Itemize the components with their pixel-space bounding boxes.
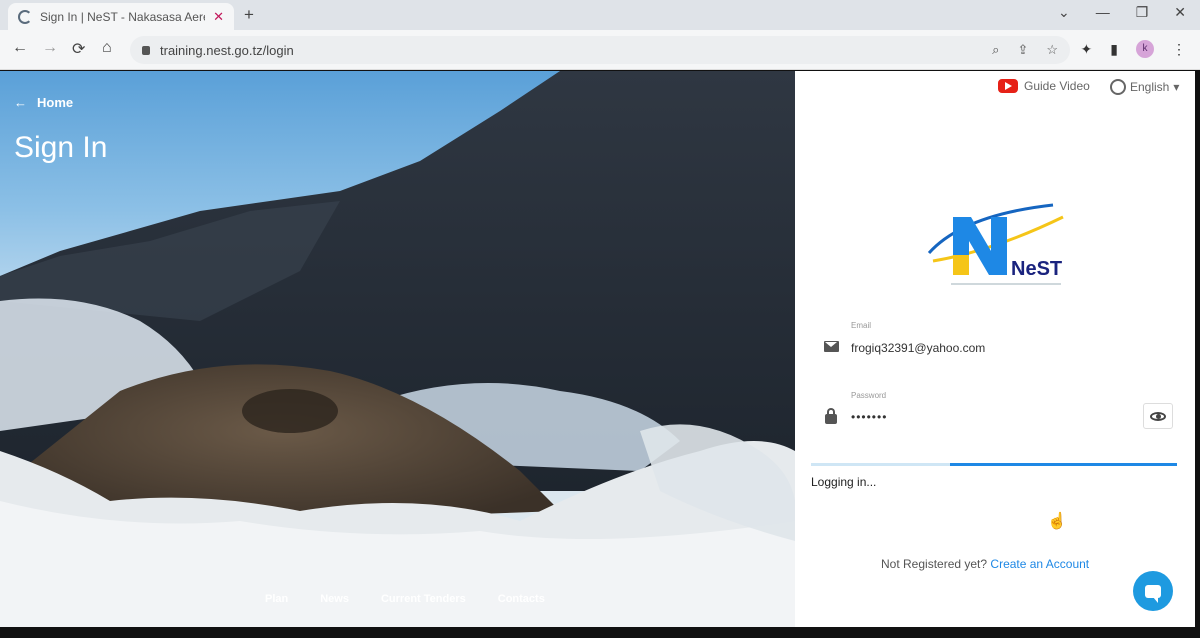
footer-link-tenders[interactable]: Current Tenders [381,593,466,605]
bottom-letterbox [0,627,1200,638]
footer-link-contacts[interactable]: Contacts [498,593,545,605]
close-window-button[interactable]: ✕ [1174,4,1186,21]
language-label: English [1130,80,1170,94]
menu-kebab-icon[interactable]: ⋮ [1172,41,1186,58]
browser-tab-bar: Sign In | NeST - Nakasasa Aere ✕ + ⌄ — ❐… [0,0,1200,30]
register-prompt-text: Not Registered yet? [881,557,988,571]
toggle-password-button[interactable] [1143,403,1173,429]
footer-links: Plan News Current Tenders Contacts [265,593,545,605]
hero-background: ← Home Sign In Plan News Current Tenders… [0,71,795,627]
extension-area: ✦ ▮ k ⋮ [1081,40,1186,58]
profile-avatar[interactable]: k [1136,40,1154,58]
page-title: Sign In [14,131,108,164]
forward-icon[interactable]: → [42,39,58,57]
window-controls: ⌄ — ❐ ✕ [1058,4,1186,21]
eye-icon [1150,411,1166,421]
url-text[interactable]: training.nest.go.tz/login [160,43,982,58]
logo-wordmark: NeST [1011,258,1062,280]
tab-close-icon[interactable]: ✕ [213,9,224,25]
signin-panel: Guide Video English ▾ NeST Email frogiq3… [795,71,1195,627]
extensions-icon[interactable]: ✦ [1081,41,1093,58]
login-progress-bar [811,463,1177,466]
back-arrow-icon: ← [14,95,27,110]
guide-video-label: Guide Video [1024,79,1090,93]
address-toolbar: ← → ⟳ ⌂ training.nest.go.tz/login ⌕ ⇪ ☆ … [0,30,1200,70]
password-label: Password [851,391,887,400]
nest-logo: NeST [927,203,1064,285]
guide-video-link[interactable]: Guide Video [998,79,1090,93]
email-input-value[interactable]: frogiq32391@yahoo.com [851,341,985,355]
home-icon[interactable]: ⌂ [102,39,112,57]
tab-search-icon[interactable]: ⌄ [1058,4,1070,21]
bookmark-star-icon[interactable]: ☆ [1046,42,1058,58]
password-input-value[interactable]: ••••••• [851,410,887,424]
minimize-button[interactable]: — [1096,4,1110,21]
status-text: Logging in... [811,475,877,489]
globe-icon [1110,79,1126,95]
email-label: Email [851,321,872,330]
browser-tab[interactable]: Sign In | NeST - Nakasasa Aere ✕ [8,3,234,30]
sidebar-icon[interactable]: ▮ [1110,41,1118,58]
secure-lock-icon[interactable] [142,45,150,55]
zoom-icon[interactable]: ⌕ [992,42,999,58]
progress-fill [950,463,1177,466]
mountain-landscape-image [0,71,795,627]
tab-title: Sign In | NeST - Nakasasa Aere [40,9,206,24]
omnibox-actions: ⌕ ⇪ ☆ [992,42,1058,58]
home-link-label: Home [37,95,74,110]
new-tab-button[interactable]: + [244,5,254,25]
create-account-link[interactable]: Create an Account [990,557,1089,571]
youtube-icon [998,79,1018,93]
home-link[interactable]: ← Home [14,95,73,110]
share-icon[interactable]: ⇪ [1017,42,1028,58]
url-bar[interactable]: training.nest.go.tz/login ⌕ ⇪ ☆ [130,36,1070,64]
language-selector[interactable]: English ▾ [1110,79,1179,95]
tab-favicon-icon [18,9,32,24]
lock-icon [821,406,841,426]
chat-button[interactable] [1133,571,1173,611]
chevron-down-icon: ▾ [1173,80,1180,94]
back-icon[interactable]: ← [12,39,28,57]
reload-icon[interactable]: ⟳ [72,39,85,59]
maximize-button[interactable]: ❐ [1136,4,1149,21]
chat-bubble-icon [1145,584,1161,603]
pointer-cursor-icon: ☝ [1047,513,1067,530]
footer-link-plan[interactable]: Plan [265,593,288,605]
register-prompt: Not Registered yet? Create an Account [881,557,1089,571]
mail-icon [821,336,841,356]
footer-link-news[interactable]: News [320,593,349,605]
